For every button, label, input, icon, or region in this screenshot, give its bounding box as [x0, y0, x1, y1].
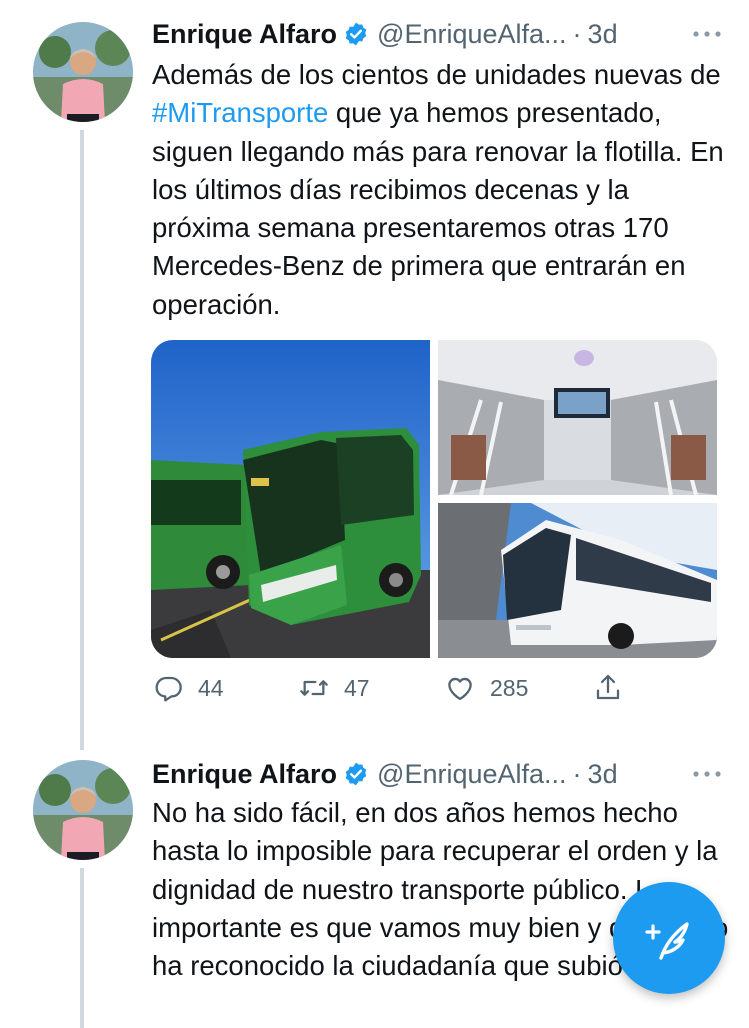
- thread-line: [80, 130, 84, 750]
- tweet-actions: 44 47 285: [152, 672, 632, 712]
- like-count: 285: [490, 674, 529, 701]
- separator-dot: ·: [572, 758, 582, 789]
- tweet-header: Enrique Alfaro @EnriqueAlfa... · 3d: [152, 14, 729, 54]
- reply-button[interactable]: 44: [152, 672, 224, 704]
- tweet-1[interactable]: Enrique Alfaro @EnriqueAlfa... · 3d Adem…: [0, 0, 749, 750]
- photo-white-bus[interactable]: [438, 503, 717, 658]
- photo-green-buses[interactable]: [151, 340, 430, 658]
- compose-tweet-icon: [645, 922, 689, 960]
- timestamp[interactable]: 3d: [588, 19, 618, 50]
- reply-icon: [155, 676, 182, 702]
- retweet-count: 47: [344, 674, 370, 701]
- author-handle[interactable]: @EnriqueAlfa...: [377, 19, 567, 50]
- author-name[interactable]: Enrique Alfaro: [152, 19, 337, 50]
- heart-icon: [448, 677, 472, 701]
- retweet-button[interactable]: 47: [298, 672, 370, 704]
- author-name[interactable]: Enrique Alfaro: [152, 759, 337, 790]
- author-handle[interactable]: @EnriqueAlfa...: [377, 759, 567, 790]
- tweet-text: Además de los cientos de unidades nuevas…: [152, 56, 732, 324]
- thread-line: [80, 868, 84, 1028]
- retweet-icon: [300, 680, 328, 696]
- more-dots-icon[interactable]: [689, 762, 725, 786]
- tweet-header: Enrique Alfaro @EnriqueAlfa... · 3d: [152, 754, 729, 794]
- verified-badge-icon: [343, 761, 369, 787]
- share-button[interactable]: [592, 672, 638, 704]
- photo-bus-interior[interactable]: [438, 340, 717, 496]
- hashtag-link[interactable]: #MiTransporte: [152, 97, 328, 128]
- timestamp[interactable]: 3d: [588, 759, 618, 790]
- separator-dot: ·: [572, 18, 582, 49]
- tweet-text-part: Además de los cientos de unidades nuevas…: [152, 59, 721, 90]
- avatar[interactable]: [33, 22, 133, 122]
- media-grid: [151, 340, 717, 658]
- reply-count: 44: [198, 674, 224, 701]
- more-dots-icon[interactable]: [689, 22, 725, 46]
- share-icon: [596, 674, 620, 700]
- avatar[interactable]: [33, 760, 133, 860]
- like-button[interactable]: 285: [444, 672, 528, 704]
- verified-badge-icon: [343, 21, 369, 47]
- compose-tweet-button[interactable]: [613, 882, 725, 994]
- tweet-text-part: que ya hemos presentado, siguen llegando…: [152, 97, 724, 320]
